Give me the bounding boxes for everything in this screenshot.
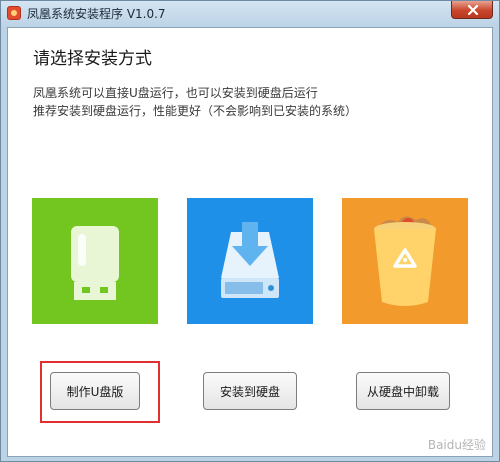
- title-bar[interactable]: 凤凰系统安装程序 V1.0.7: [1, 1, 499, 27]
- close-icon: [467, 5, 479, 15]
- make-usb-button[interactable]: 制作U盘版: [50, 372, 140, 410]
- usb-drive-icon: [71, 226, 119, 300]
- usb-option-tile[interactable]: [32, 198, 158, 324]
- uninstall-option-tile[interactable]: [342, 198, 468, 324]
- description-line-1: 凤凰系统可以直接U盘运行，也可以安装到硬盘后运行: [33, 86, 318, 100]
- hard-disk-install-icon: [221, 222, 279, 298]
- description-line-2: 推荐安装到硬盘运行，性能更好（不会影响到已安装的系统）: [33, 104, 358, 118]
- install-option-tile[interactable]: [187, 198, 313, 324]
- app-logo-icon: [7, 6, 21, 20]
- recycle-bin-icon: [374, 216, 436, 306]
- uninstall-from-disk-button[interactable]: 从硬盘中卸载: [356, 372, 450, 410]
- page-title: 请选择安装方式: [33, 49, 152, 69]
- close-button[interactable]: [451, 1, 493, 19]
- content-panel: 请选择安装方式 凤凰系统可以直接U盘运行，也可以安装到硬盘后运行 推荐安装到硬盘…: [7, 27, 493, 457]
- installer-window: 凤凰系统安装程序 V1.0.7 请选择安装方式 凤凰系统可以直接U盘运行，也可以…: [0, 0, 500, 462]
- window-title: 凤凰系统安装程序 V1.0.7: [27, 7, 166, 21]
- watermark: Baidu经验: [427, 438, 486, 452]
- install-to-disk-button[interactable]: 安装到硬盘: [203, 372, 297, 410]
